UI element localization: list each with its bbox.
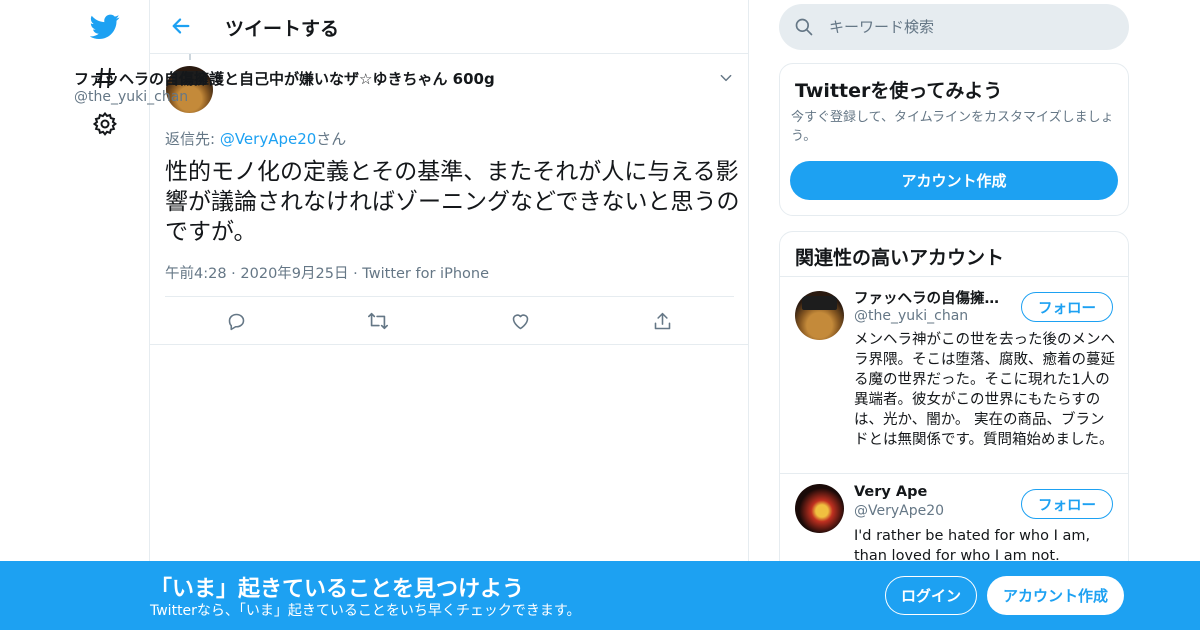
related-account-bio: メンヘラ神がこの世を去った後のメンヘラ界隈。そこは堕落、腐敗、癒着の蔓延る魔の世… bbox=[854, 332, 1115, 448]
banner-title: 「いま」起きていることを見つけよう bbox=[150, 577, 525, 602]
page-title: ツイートする bbox=[225, 18, 340, 40]
reply-icon[interactable] bbox=[224, 309, 248, 333]
retweet-icon[interactable] bbox=[366, 309, 390, 333]
reply-suffix: さん bbox=[316, 130, 347, 148]
reply-handle-link[interactable]: @VeryApe20 bbox=[220, 130, 316, 148]
meta-separator: · bbox=[353, 266, 358, 282]
tweet-time[interactable]: 午前4:28 bbox=[165, 266, 227, 282]
follow-button[interactable]: フォロー bbox=[1021, 489, 1113, 519]
share-icon[interactable] bbox=[650, 309, 674, 333]
login-button[interactable]: ログイン bbox=[885, 576, 977, 615]
tweet-meta: 午前4:28 · 2020年9月25日 · Twitter for iPhone bbox=[165, 262, 489, 283]
related-account-name[interactable]: ファッヘラの自傷擁… bbox=[854, 287, 1004, 308]
author-handle[interactable]: @the_yuki_chan bbox=[74, 89, 188, 105]
related-account-item[interactable]: ファッヘラの自傷擁… @the_yuki_chan フォロー メンヘラ神がこの世… bbox=[780, 277, 1128, 474]
signup-card-description: 今すぐ登録して、タイムラインをカスタマイズしましょう。 bbox=[791, 110, 1114, 144]
tweet-source[interactable]: Twitter for iPhone bbox=[362, 266, 489, 282]
signup-button[interactable]: アカウント作成 bbox=[987, 576, 1124, 615]
twitter-bird-icon[interactable] bbox=[90, 12, 120, 42]
tweet-date[interactable]: 2020年9月25日 bbox=[240, 266, 348, 282]
banner-subtitle: Twitterなら、「いま」起きていることをいち早くチェックできます。 bbox=[150, 603, 581, 619]
thread-line bbox=[189, 54, 191, 60]
tweet-text: 性的モノ化の定義とその基準、またそれが人に与える影響が議論されなければゾーニング… bbox=[165, 159, 740, 245]
search-box bbox=[779, 4, 1129, 50]
follow-button[interactable]: フォロー bbox=[1021, 292, 1113, 322]
author-name[interactable]: ファッヘラの自傷擁護と自己中が嫌いなザ☆ゆきちゃん 600g bbox=[74, 68, 495, 89]
page-header: ツイートする bbox=[150, 0, 748, 54]
reply-prefix: 返信先: bbox=[165, 130, 220, 148]
create-account-button[interactable]: アカウント作成 bbox=[790, 161, 1118, 200]
related-accounts-card: 関連性の高いアカウント ファッヘラの自傷擁… @the_yuki_chan フォ… bbox=[779, 231, 1129, 591]
related-title: 関連性の高いアカウント bbox=[795, 247, 1005, 269]
like-heart-icon[interactable] bbox=[508, 309, 532, 333]
meta-separator: · bbox=[231, 266, 236, 282]
signup-card: Twitterを使ってみよう 今すぐ登録して、タイムラインをカスタマイズしましょ… bbox=[779, 63, 1129, 216]
avatar[interactable] bbox=[795, 291, 844, 340]
avatar[interactable] bbox=[795, 484, 844, 533]
related-account-bio: I'd rather be hated for who I am, than l… bbox=[854, 528, 1091, 564]
gear-icon[interactable] bbox=[90, 109, 120, 139]
tweet-actions bbox=[150, 297, 748, 345]
reply-context: 返信先: @VeryApe20さん bbox=[165, 128, 346, 149]
back-arrow-icon[interactable] bbox=[168, 13, 194, 39]
signup-banner: 「いま」起きていることを見つけよう Twitterなら、「いま」起きていることを… bbox=[0, 561, 1200, 630]
search-icon bbox=[794, 17, 814, 41]
search-input[interactable] bbox=[829, 4, 1109, 50]
chevron-down-icon[interactable] bbox=[719, 70, 733, 89]
related-header: 関連性の高いアカウント bbox=[780, 232, 1128, 277]
signup-card-title: Twitterを使ってみよう bbox=[795, 80, 1003, 102]
related-account-handle[interactable]: @VeryApe20 bbox=[854, 503, 944, 519]
related-account-name[interactable]: Very Ape bbox=[854, 484, 1004, 500]
related-account-handle[interactable]: @the_yuki_chan bbox=[854, 308, 968, 324]
